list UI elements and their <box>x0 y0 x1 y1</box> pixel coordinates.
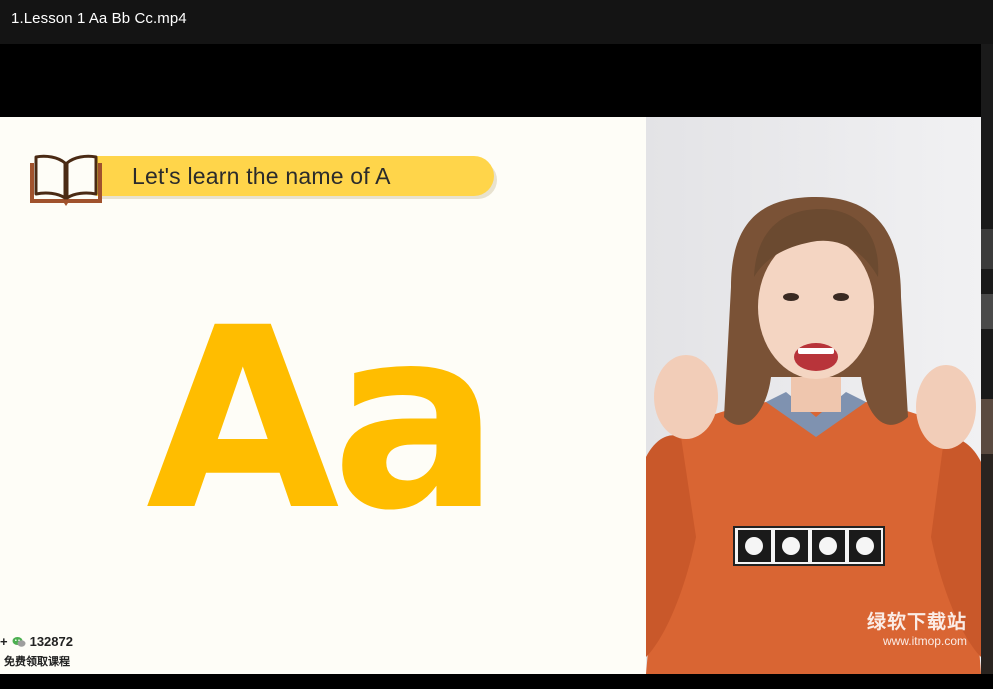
presenter-video: 绿软下载站 www.itmop.com <box>646 117 981 674</box>
window-title: 1.Lesson 1 Aa Bb Cc.mp4 <box>11 10 187 27</box>
big-letters: Aa <box>146 274 500 565</box>
watermark-url: www.itmop.com <box>882 634 967 648</box>
wechat-icon <box>12 636 26 647</box>
open-book-icon <box>30 154 102 206</box>
video-edge <box>981 44 993 689</box>
banner-text: Let's learn the name of A <box>132 162 391 189</box>
presenter-image <box>646 117 981 674</box>
title-bar[interactable]: 1.Lesson 1 Aa Bb Cc.mp4 <box>0 0 993 44</box>
wechat-number: 132872 <box>29 634 73 649</box>
wechat-contact: + 132872 <box>0 634 73 649</box>
watermark: 绿软下载站 www.itmop.com <box>867 607 967 648</box>
lesson-banner: Let's learn the name of A <box>28 153 498 207</box>
bottom-letterbox <box>0 674 993 689</box>
promo-text: 免费领取课程 <box>4 656 70 668</box>
banner-pill: Let's learn the name of A <box>96 156 494 196</box>
plus-sign: + <box>0 634 8 649</box>
watermark-title: 绿软下载站 <box>866 612 967 633</box>
lesson-slide: Let's learn the name of A Aa + 132872 免费… <box>0 117 646 674</box>
video-player-window: 1.Lesson 1 Aa Bb Cc.mp4 Let's learn the … <box>0 0 993 689</box>
